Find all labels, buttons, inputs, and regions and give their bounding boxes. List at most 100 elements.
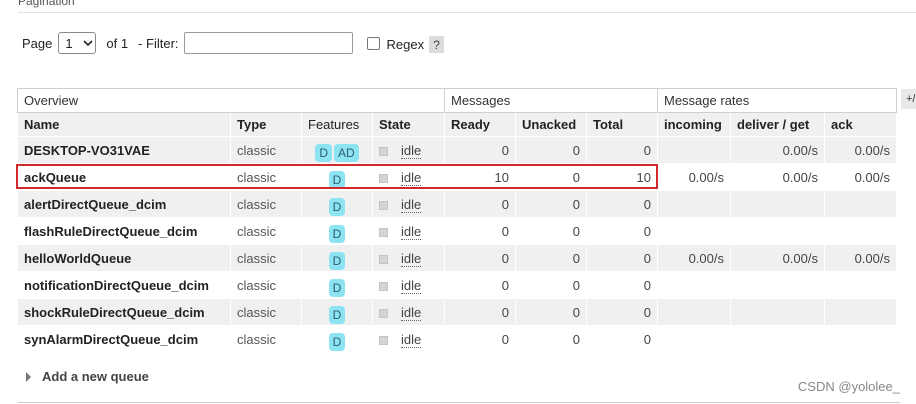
queue-name-link[interactable]: synAlarmDirectQueue_dcim bbox=[17, 325, 231, 353]
messages-total: 10 bbox=[586, 163, 658, 191]
state-label: idle bbox=[401, 250, 422, 267]
messages-total: 0 bbox=[586, 298, 658, 326]
column-header-type[interactable]: Type bbox=[230, 112, 302, 137]
feature-badge: D bbox=[328, 333, 346, 351]
feature-badge: D bbox=[328, 198, 346, 216]
table-row: shockRuleDirectQueue_dcim classic Didle 0 0 0 bbox=[17, 298, 897, 326]
feature-badge: D bbox=[328, 225, 346, 243]
rate-incoming bbox=[657, 271, 731, 299]
queue-name-link[interactable]: shockRuleDirectQueue_dcim bbox=[17, 298, 231, 326]
messages-unacked: 0 bbox=[515, 217, 587, 245]
queue-features: D AD bbox=[301, 136, 373, 164]
messages-unacked: 0 bbox=[515, 271, 587, 299]
queue-type: classic bbox=[230, 271, 302, 299]
rate-deliver-get bbox=[730, 271, 825, 299]
table-row: alertDirectQueue_dcim classic Didle 0 0 0 bbox=[17, 190, 897, 218]
regex-help-button[interactable]: ? bbox=[429, 36, 445, 53]
column-header-incoming[interactable]: incoming bbox=[657, 112, 731, 137]
messages-ready: 10 bbox=[444, 163, 516, 191]
queue-name-link[interactable]: ackQueue bbox=[17, 163, 231, 191]
state-square-icon bbox=[379, 281, 388, 291]
add-queue-toggle[interactable]: Add a new queue bbox=[26, 369, 149, 384]
queue-features: D bbox=[301, 190, 373, 218]
messages-total: 0 bbox=[586, 190, 658, 218]
chevron-down-icon bbox=[81, 36, 95, 50]
feature-badge: D bbox=[328, 306, 346, 324]
state-label: idle bbox=[401, 142, 422, 159]
table-row: notificationDirectQueue_dcim classic Didle… bbox=[17, 271, 897, 299]
rate-incoming bbox=[657, 325, 731, 353]
table-row: helloWorldQueue classic Didle 0 0 0 0.00/s 0.00… bbox=[17, 244, 897, 272]
rate-incoming: 0.00/s bbox=[657, 244, 731, 272]
columns-toggle-button[interactable]: +/- bbox=[901, 89, 916, 109]
messages-total: 0 bbox=[586, 244, 658, 272]
feature-badge: D bbox=[315, 144, 332, 162]
state-square-icon bbox=[379, 200, 388, 210]
rate-deliver-get bbox=[730, 298, 825, 326]
state-label: idle bbox=[401, 331, 422, 348]
column-header-row: Name Type Features State Ready Unacked T… bbox=[17, 112, 897, 137]
state-label: idle bbox=[401, 196, 422, 213]
column-header-state[interactable]: State bbox=[372, 112, 445, 137]
column-header-deliver-get[interactable]: deliver / get bbox=[730, 112, 825, 137]
rate-deliver-get: 0.00/s bbox=[730, 244, 825, 272]
queue-state: idle bbox=[372, 217, 445, 245]
table-row: DESKTOP-VO31VAE classic D AD idle 0 0 0 0.00/s 0.… bbox=[17, 136, 897, 164]
messages-unacked: 0 bbox=[515, 190, 587, 218]
rate-incoming bbox=[657, 217, 731, 245]
queue-state: idle bbox=[372, 136, 445, 164]
triangle-right-icon bbox=[26, 371, 31, 382]
queue-name-link[interactable]: alertDirectQueue_dcim bbox=[17, 190, 231, 218]
table-row: ackQueue classic Didle 10 0 10 0.00/s 0.00/s 0.0… bbox=[17, 163, 897, 191]
queue-features: D bbox=[301, 217, 373, 245]
section-divider bbox=[18, 402, 900, 403]
queue-name-link[interactable]: flashRuleDirectQueue_dcim bbox=[17, 217, 231, 245]
messages-unacked: 0 bbox=[515, 325, 587, 353]
queue-features: D bbox=[301, 298, 373, 326]
state-label: idle bbox=[401, 304, 422, 321]
add-queue-label: Add a new queue bbox=[42, 369, 149, 384]
rate-incoming bbox=[657, 190, 731, 218]
regex-checkbox[interactable] bbox=[366, 36, 380, 50]
rate-ack: 0.00/s bbox=[824, 163, 897, 191]
queue-name-link[interactable]: helloWorldQueue bbox=[17, 244, 231, 272]
state-square-icon bbox=[379, 173, 388, 183]
queue-features: D bbox=[301, 163, 373, 191]
queue-rows: DESKTOP-VO31VAE classic D AD idle 0 0 0 0.00/s 0.… bbox=[17, 136, 897, 353]
queue-type: classic bbox=[230, 190, 302, 218]
queue-name-link[interactable]: notificationDirectQueue_dcim bbox=[17, 271, 231, 299]
queues-table: Overview Messages Message rates Name Typ… bbox=[17, 88, 897, 353]
column-header-ready[interactable]: Ready bbox=[444, 112, 516, 137]
column-header-name[interactable]: Name bbox=[17, 112, 231, 137]
column-header-features[interactable]: Features bbox=[301, 112, 373, 137]
rate-incoming bbox=[657, 136, 731, 164]
rate-incoming: 0.00/s bbox=[657, 163, 731, 191]
column-header-unacked[interactable]: Unacked bbox=[515, 112, 587, 137]
page-select[interactable]: 1 bbox=[58, 32, 97, 54]
messages-unacked: 0 bbox=[515, 136, 587, 164]
column-header-total[interactable]: Total bbox=[586, 112, 658, 137]
queue-state: idle bbox=[372, 325, 445, 353]
page-count-label: of 1 bbox=[106, 35, 129, 51]
state-label: idle bbox=[401, 169, 422, 186]
rate-ack bbox=[824, 298, 897, 326]
rate-deliver-get: 0.00/s bbox=[730, 136, 825, 164]
queue-state: idle bbox=[372, 298, 445, 326]
state-square-icon bbox=[379, 335, 388, 345]
queue-features: D bbox=[301, 271, 373, 299]
rate-ack bbox=[824, 217, 897, 245]
messages-unacked: 0 bbox=[515, 163, 587, 191]
queue-features: D bbox=[301, 325, 373, 353]
column-header-ack[interactable]: ack bbox=[824, 112, 897, 137]
queue-type: classic bbox=[230, 136, 302, 164]
messages-ready: 0 bbox=[444, 325, 516, 353]
queue-name-link[interactable]: DESKTOP-VO31VAE bbox=[17, 136, 231, 164]
regex-label: Regex bbox=[386, 37, 425, 52]
table-row: flashRuleDirectQueue_dcim classic Didle 0 0 0 bbox=[17, 217, 897, 245]
filter-input[interactable] bbox=[183, 32, 353, 54]
messages-unacked: 0 bbox=[515, 244, 587, 272]
group-header-row: Overview Messages Message rates bbox=[17, 88, 897, 113]
messages-total: 0 bbox=[586, 271, 658, 299]
state-label: idle bbox=[401, 277, 422, 294]
messages-total: 0 bbox=[586, 217, 658, 245]
